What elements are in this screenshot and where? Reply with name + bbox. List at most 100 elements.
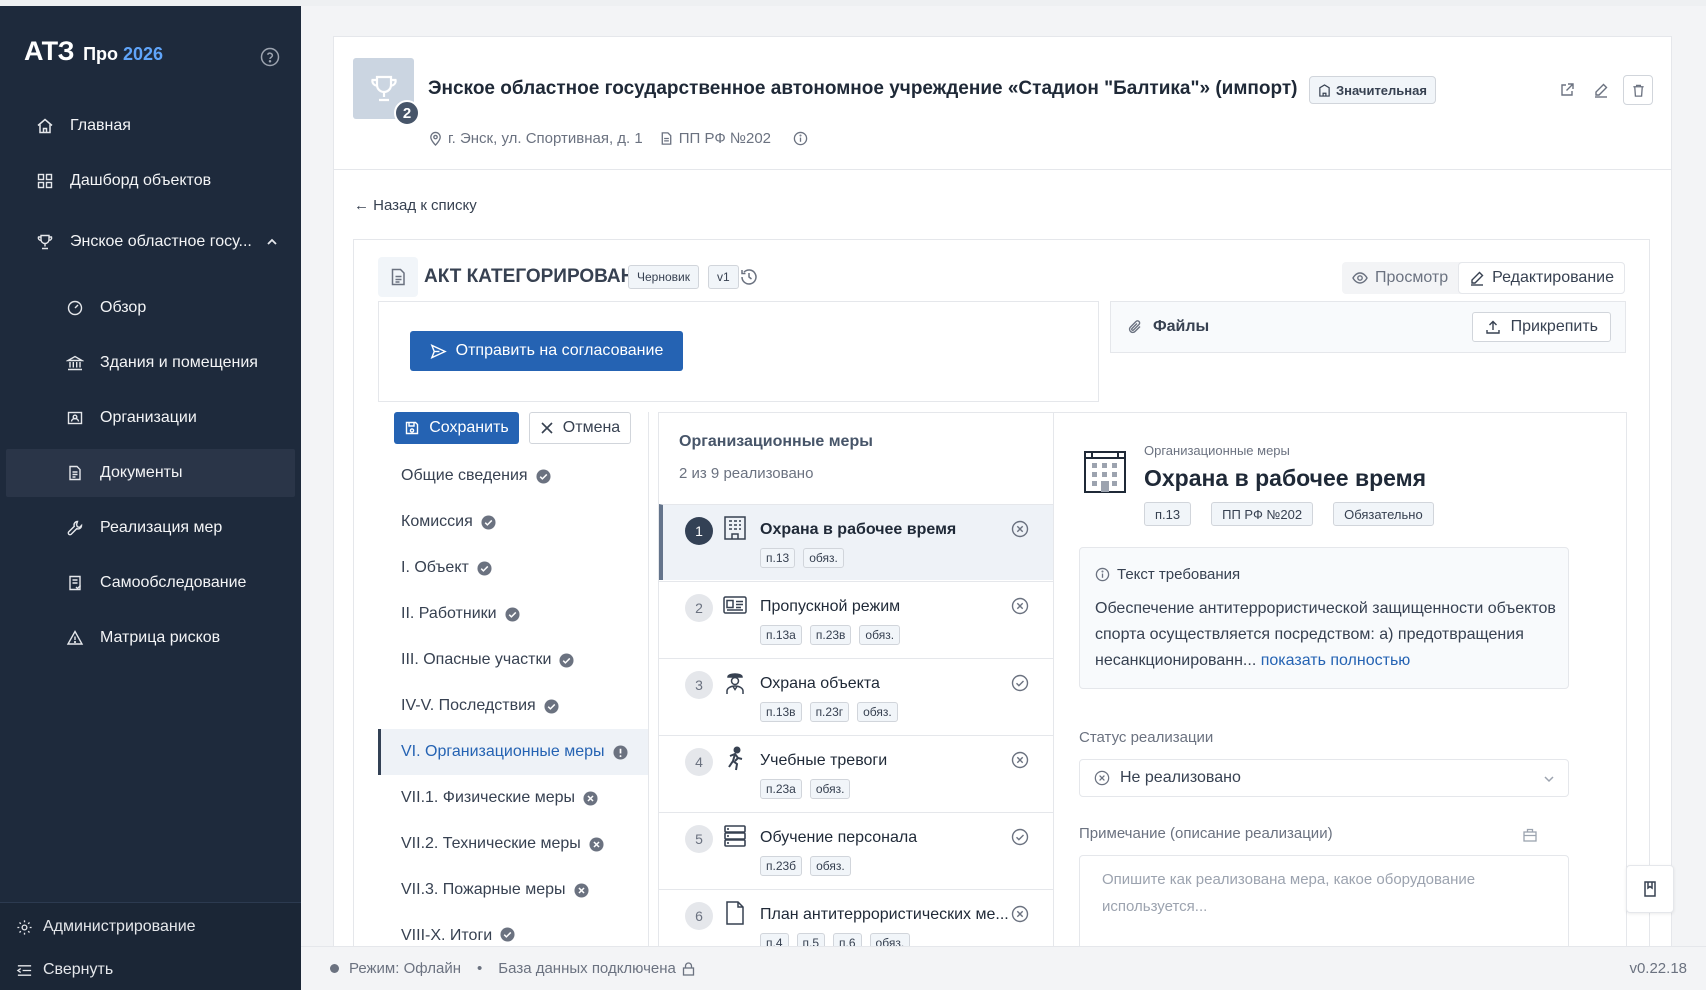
- nav-object[interactable]: Энское областное госу...: [6, 218, 295, 266]
- object-actions: [1555, 75, 1653, 105]
- act-title: АКТ КАТЕГОРИРОВАНИЯ: [424, 266, 662, 287]
- trash-icon[interactable]: [1623, 75, 1653, 105]
- nav-risk-matrix[interactable]: Матрица рисков: [6, 614, 295, 662]
- section-item[interactable]: II. Работники: [378, 591, 648, 637]
- section-item[interactable]: IV-V. Последствия: [378, 683, 648, 729]
- object-meta: г. Энск, ул. Спортивная, д. 1 ПП РФ №202: [428, 130, 813, 147]
- measure-number: 2: [685, 594, 713, 622]
- section-item[interactable]: I. Объект: [378, 545, 648, 591]
- send-for-approval-button[interactable]: Отправить на согласование: [410, 331, 683, 371]
- measure-title: Охрана в рабочее время: [760, 521, 957, 538]
- grid-icon: [36, 172, 54, 190]
- checklist-icon: [66, 574, 84, 592]
- cancel-label: Отмена: [562, 419, 621, 436]
- section-item-active[interactable]: VI. Организационные меры: [378, 729, 648, 775]
- status-bar: Режим: Офлайн • База данных подключена v…: [301, 946, 1706, 990]
- template-icon[interactable]: [1522, 827, 1538, 843]
- logo-main: АТЗ: [24, 36, 75, 66]
- cancel-button[interactable]: Отмена: [529, 412, 631, 444]
- measure-item[interactable]: 3 Охрана объекта п.13в п.23г обяз.: [659, 658, 1053, 734]
- bookmark-button[interactable]: [1626, 865, 1674, 913]
- admin-link[interactable]: Администрирование: [16, 918, 196, 936]
- section-item[interactable]: VII.3. Пожарные меры: [378, 867, 648, 913]
- id-card-icon: [722, 592, 748, 618]
- check-circle-icon: [544, 698, 559, 714]
- separator: •: [477, 960, 483, 977]
- chevron-up-icon[interactable]: [266, 236, 278, 248]
- section-item[interactable]: Общие сведения: [378, 453, 648, 499]
- eye-icon: [1352, 270, 1368, 286]
- external-link-icon[interactable]: [1555, 78, 1579, 102]
- lock-icon: [682, 961, 695, 976]
- measure-tag: обяз.: [810, 856, 851, 876]
- measure-item-active[interactable]: 1 Охрана в рабочее время п.13 обяз.: [659, 504, 1053, 580]
- location-pin-icon: [428, 131, 443, 146]
- note-textarea[interactable]: Опишите как реализована мера, какое обор…: [1079, 855, 1569, 955]
- home-icon: [36, 117, 54, 135]
- info-icon[interactable]: [793, 131, 808, 146]
- nav-label: Организации: [100, 409, 197, 426]
- nav-dashboard[interactable]: Дашборд объектов: [6, 157, 295, 205]
- section-label: VI. Организационные меры: [401, 743, 605, 760]
- section-label: Общие сведения: [401, 467, 528, 484]
- back-to-list-link[interactable]: ← Назад к списку: [354, 197, 477, 214]
- check-circle-icon: [536, 468, 551, 484]
- view-mode-toggle: Просмотр Редактирование: [1342, 262, 1625, 294]
- collapse-icon: [16, 962, 33, 979]
- logo-year: 2026: [123, 44, 164, 64]
- section-item[interactable]: Комиссия: [378, 499, 648, 545]
- upload-icon: [1485, 319, 1501, 335]
- measure-tag: обяз.: [859, 625, 901, 645]
- section-label: VII.2. Технические меры: [401, 835, 581, 852]
- exclamation-circle-icon: [613, 744, 628, 760]
- section-item[interactable]: VII.1. Физические меры: [378, 775, 648, 821]
- nav-buildings[interactable]: Здания и помещения: [6, 339, 295, 387]
- nav-overview[interactable]: Обзор: [6, 284, 295, 332]
- measure-item[interactable]: 4 Учебные тревоги п.23а обяз.: [659, 735, 1053, 811]
- nav-label: Энское областное госу...: [70, 233, 252, 250]
- x-circle-icon: [589, 836, 604, 852]
- nav-home[interactable]: Главная: [6, 102, 295, 150]
- books-icon: [722, 823, 748, 849]
- save-button[interactable]: Сохранить: [394, 412, 519, 444]
- guard-icon: [722, 669, 748, 695]
- mode-status: Режим: Офлайн: [349, 960, 462, 977]
- object-address: г. Энск, ул. Спортивная, д. 1: [448, 130, 643, 147]
- nav-self-assessment[interactable]: Самообследование: [6, 559, 295, 607]
- view-mode-button[interactable]: Просмотр: [1342, 262, 1458, 294]
- attach-label: Прикрепить: [1510, 318, 1598, 335]
- measure-item[interactable]: 2 Пропускной режим п.13а п.23в обяз.: [659, 581, 1053, 657]
- draft-status-badge: Черновик: [628, 265, 699, 289]
- object-header: 2 Энское областное государственное автон…: [334, 37, 1671, 170]
- help-icon[interactable]: [260, 47, 280, 67]
- measure-item[interactable]: 5 Обучение персонала п.23б обяз.: [659, 812, 1053, 888]
- show-full-link[interactable]: показать полностью: [1261, 652, 1411, 669]
- section-item[interactable]: III. Опасные участки: [378, 637, 648, 683]
- page-icon: [722, 900, 748, 926]
- significance-label: Значительная: [1336, 82, 1427, 98]
- edit-icon: [1469, 270, 1485, 286]
- files-heading: Файлы: [1127, 318, 1209, 336]
- section-label: I. Объект: [401, 559, 469, 576]
- collapse-button[interactable]: Свернуть: [16, 961, 113, 979]
- nav-measures[interactable]: Реализация мер: [6, 504, 295, 552]
- x-circle-icon: [573, 882, 589, 898]
- nav-documents[interactable]: Документы: [6, 449, 295, 497]
- measure-item[interactable]: 6 План антитеррористических ме... п.4 п.5…: [659, 889, 1053, 954]
- measure-number: 4: [685, 748, 713, 776]
- app-logo[interactable]: АТЗ Про 2026: [24, 36, 163, 67]
- main-area: 2 Энское областное государственное автон…: [301, 0, 1706, 955]
- check-circle-icon: [481, 514, 496, 530]
- history-icon[interactable]: [739, 267, 759, 287]
- attach-file-button[interactable]: Прикрепить: [1471, 312, 1611, 342]
- nav-label: Обзор: [100, 299, 147, 316]
- edit-icon[interactable]: [1589, 78, 1613, 102]
- edit-mode-button[interactable]: Редактирование: [1458, 262, 1625, 294]
- section-label: VII.1. Физические меры: [401, 789, 575, 806]
- status-select[interactable]: Не реализовано: [1079, 759, 1569, 797]
- section-item[interactable]: VII.2. Технические меры: [378, 821, 648, 867]
- sidebar-bottom: Администрирование Свернуть: [0, 902, 301, 990]
- trophy-icon: [36, 233, 54, 251]
- workflow-box: Отправить на согласование: [378, 301, 1099, 402]
- nav-organizations[interactable]: Организации: [6, 394, 295, 442]
